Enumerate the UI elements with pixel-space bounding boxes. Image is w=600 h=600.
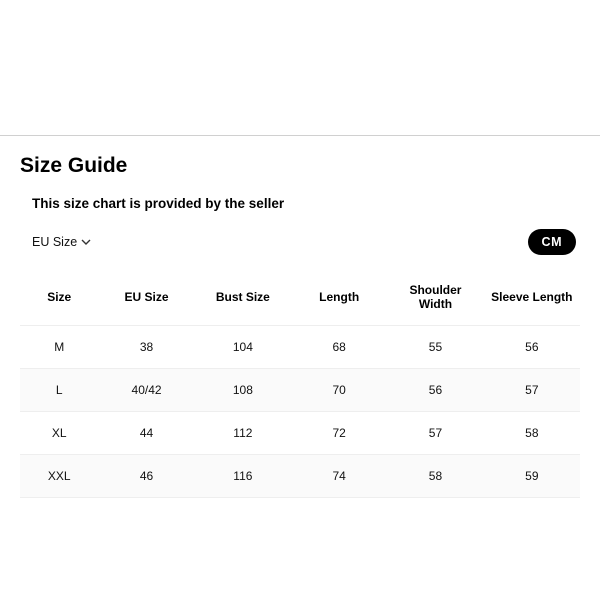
cell: 44 — [98, 412, 194, 455]
top-whitespace — [0, 0, 600, 135]
size-table: Size EU Size Bust Size Length Shoulder W… — [20, 269, 580, 498]
size-guide-panel: Size Guide This size chart is provided b… — [0, 135, 600, 498]
col-eu-size: EU Size — [98, 269, 194, 326]
cell: 38 — [98, 326, 194, 369]
cell: 59 — [484, 455, 580, 498]
cell: 55 — [387, 326, 483, 369]
cell: L — [20, 369, 98, 412]
table-row: M 38 104 68 55 56 — [20, 326, 580, 369]
cell: XXL — [20, 455, 98, 498]
seller-note: This size chart is provided by the selle… — [32, 196, 580, 211]
cell: 70 — [291, 369, 387, 412]
unit-toggle-cm[interactable]: CM — [528, 229, 576, 255]
cell: 56 — [484, 326, 580, 369]
cell: 108 — [195, 369, 291, 412]
cell: 46 — [98, 455, 194, 498]
cell: 40/42 — [98, 369, 194, 412]
dropdown-label: EU Size — [32, 235, 77, 249]
cell: 104 — [195, 326, 291, 369]
cell: 57 — [387, 412, 483, 455]
cell: 57 — [484, 369, 580, 412]
cell: M — [20, 326, 98, 369]
page-title: Size Guide — [20, 154, 580, 178]
col-bust-size: Bust Size — [195, 269, 291, 326]
cell: 112 — [195, 412, 291, 455]
cell: 74 — [291, 455, 387, 498]
cell: 72 — [291, 412, 387, 455]
table-row: L 40/42 108 70 56 57 — [20, 369, 580, 412]
col-length: Length — [291, 269, 387, 326]
cell: 116 — [195, 455, 291, 498]
col-sleeve-length: Sleeve Length — [484, 269, 580, 326]
table-row: XL 44 112 72 57 58 — [20, 412, 580, 455]
table-header-row: Size EU Size Bust Size Length Shoulder W… — [20, 269, 580, 326]
cell: XL — [20, 412, 98, 455]
col-shoulder-width: Shoulder Width — [387, 269, 483, 326]
cell: 56 — [387, 369, 483, 412]
cell: 58 — [484, 412, 580, 455]
col-size: Size — [20, 269, 98, 326]
table-row: XXL 46 116 74 58 59 — [20, 455, 580, 498]
chevron-down-icon — [81, 237, 91, 247]
controls-row: EU Size CM — [32, 229, 576, 255]
size-system-dropdown[interactable]: EU Size — [32, 235, 91, 249]
cell: 58 — [387, 455, 483, 498]
cell: 68 — [291, 326, 387, 369]
